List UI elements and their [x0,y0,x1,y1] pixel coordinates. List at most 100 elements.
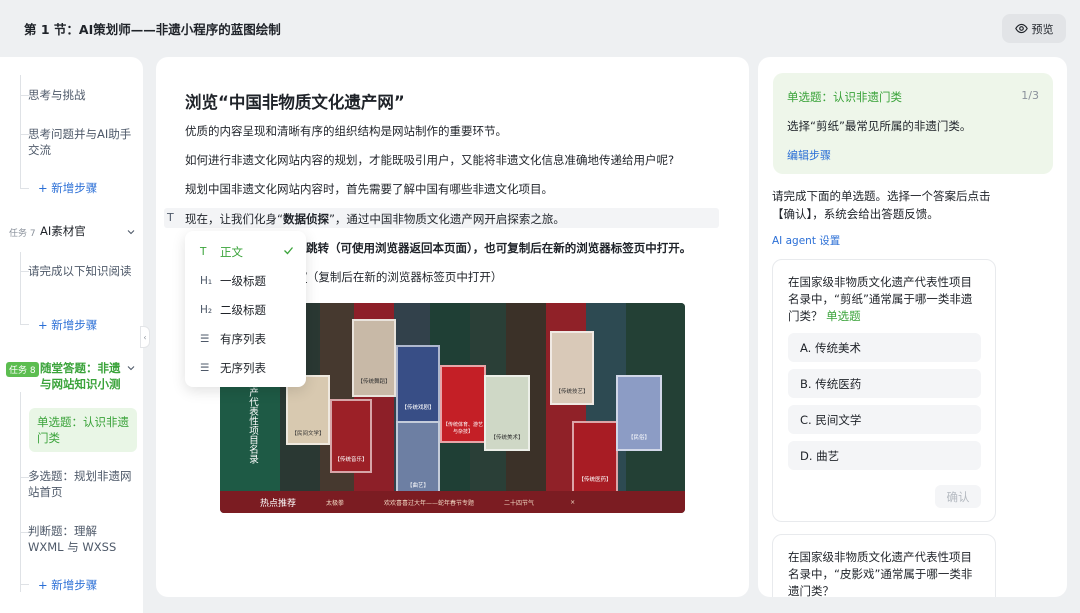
step-description: 选择“剪纸”最常见所属的非遗门类。 [787,119,972,133]
card-label: 【传统舞蹈】 [357,379,391,385]
option-d[interactable]: D. 曲艺 [788,441,981,470]
menu-item-heading-1[interactable]: H₁ 一级标题 [185,266,306,295]
tree-tick [20,188,29,189]
question-stem: 在国家级非物质文化遗产代表性项目名录中，“剪纸”通常属于哪一类非遗门类？ [788,275,973,323]
step-panel: 单选题：认识非遗门类 1/3 选择“剪纸”最常见所属的非遗门类。 编辑步骤 请完… [758,57,1067,597]
paragraph-text: 现在，让我们化身“ [185,212,283,226]
category-card: 【传统医药】 [572,421,618,493]
card-label: 【传统美术】 [490,435,524,441]
card-label: 【传统体育、游艺与杂技】 [442,422,483,435]
menu-item-body-text[interactable]: T 正文 [185,237,306,266]
option-a[interactable]: A. 传统美术 [788,333,981,362]
sidebar-task-ai-material[interactable]: AI素材官 [40,223,86,239]
sidebar-task-quiz[interactable]: 随堂答题：非遗与网站知识小测 [40,360,126,392]
menu-item-label: 正文 [220,244,243,259]
menu-item-label: 二级标题 [220,302,266,317]
add-step-button[interactable]: + 新增步骤 [38,317,97,333]
text-icon: T [200,245,207,258]
tree-tick [20,324,29,325]
task-badge: 任务 8 [6,362,39,377]
sidebar-item-ask-ai[interactable]: 思考问题并与AI助手交流 [28,126,136,158]
paragraph-active: 现在，让我们化身“数据侦探”，通过中国非物质文化遗产网开启探索之旅。 [185,211,565,227]
step-counter: 1/3 [1021,89,1039,102]
sidebar-item-single-choice[interactable]: 单选题：认识非遗门类 [29,408,137,452]
footer-title: 热点推荐 [260,498,297,509]
paragraph-bold-line: 跳转（可使用浏览器返回本页面），也可复制后在新的浏览器标签页中打开。 [306,241,692,255]
menu-item-heading-2[interactable]: H₂ 二级标题 [185,295,306,324]
add-step-button[interactable]: + 新增步骤 [38,577,97,593]
category-card: 【民俗】 [616,375,662,451]
link-line: /（复制后在新的浏览器标签页中打开） [303,269,502,285]
chevron-down-icon[interactable] [127,228,135,236]
category-card: 【传统体育、游艺与杂技】 [440,365,486,443]
link-hint: （复制后在新的浏览器标签页中打开） [306,270,503,284]
sidebar-item-multi-choice[interactable]: 多选题：规划非遗网站首页 [28,468,136,500]
block-type-menu: T 正文 H₁ 一级标题 H₂ 二级标题 ☰ 有序列表 ☰ 无序列表 [185,231,306,387]
category-card: 【传统技艺】 [550,331,594,405]
chevron-down-icon[interactable] [127,364,135,372]
category-card: 【传统戏剧】 [396,345,440,423]
block-type-handle[interactable]: T [167,211,174,224]
sidebar-item-think-challenge[interactable]: 思考与挑战 [28,87,136,103]
sidebar-item-true-false[interactable]: 判断题：理解 WXML 与 WXSS [28,523,136,555]
ordered-list-icon: ☰ [200,332,210,345]
check-icon [284,247,293,255]
preview-button[interactable]: 预览 [1002,14,1066,43]
outline-sidebar: 思考与挑战 思考问题并与AI助手交流 + 新增步骤 任务 7 AI素材官 请完成… [0,57,143,613]
paragraph: 规划中国非遗文化网站内容时，首先需要了解中国有哪些非遗文化项目。 [185,182,553,196]
paragraph-bold: 数据侦探 [282,212,329,226]
card-label: 【传统技艺】 [555,389,589,395]
card-label: 【传统音乐】 [334,457,368,463]
preview-label: 预览 [1031,22,1054,36]
question-card: 在国家级非物质文化遗产代表性项目名录中，“剪纸”通常属于哪一类非遗门类？ 单选题… [772,259,996,522]
banner-footer: 热点推荐 太极拳 欢欢喜喜过大年——蛇年春节专题 二十四节气 × [220,491,685,513]
footer-item: 太极拳 [326,499,345,507]
menu-item-label: 一级标题 [220,273,266,288]
article-heading: 浏览“中国非物质文化遗产网” [185,93,405,112]
confirm-button[interactable]: 确认 [935,485,981,508]
paragraph: 如何进行非遗文化网站内容的规划，才能既吸引用户，又能将非遗文化信息准确地传递给用… [185,153,675,167]
category-card: 【传统音乐】 [330,399,372,473]
footer-item: 欢欢喜喜过大年——蛇年春节专题 [384,499,475,507]
tree-tick [20,584,29,585]
menu-item-unordered-list[interactable]: ☰ 无序列表 [185,353,306,382]
unordered-list-icon: ☰ [200,361,210,374]
card-label: 【民俗】 [627,435,650,441]
menu-item-label: 无序列表 [220,360,266,375]
question-card-2: 在国家级非物质文化遗产代表性项目名录中，“皮影戏”通常属于哪一类非遗门类？ [772,534,996,597]
step-title: 单选题：认识非遗门类 [787,90,902,104]
option-b[interactable]: B. 传统医药 [788,369,981,398]
ai-agent-settings-link[interactable]: AI agent 设置 [772,233,840,248]
card-label: 【传统医药】 [578,477,612,483]
sidebar-item-reading[interactable]: 请完成以下知识阅读 [28,263,136,279]
question-text-2: 在国家级非物质文化遗产代表性项目名录中，“皮影戏”通常属于哪一类非遗门类？ [788,550,973,597]
heading-2-icon: H₂ [200,303,213,316]
footer-close: × [570,498,576,506]
heading-1-icon: H₁ [200,274,213,287]
top-bar: 第 1 节：AI策划师——非遗小程序的蓝图绘制 预览 [0,0,1080,57]
category-card: 【传统美术】 [484,375,530,451]
instruction-text: 请完成下面的单选题。选择一个答案后点击【确认】，系统会给出答题反馈。 [772,189,991,221]
option-c[interactable]: C. 民间文学 [788,405,981,434]
add-step-button[interactable]: + 新增步骤 [38,180,97,196]
card-label: 【曲艺】 [406,483,429,489]
question-type-tag: 单选题 [826,309,861,323]
menu-item-ordered-list[interactable]: ☰ 有序列表 [185,324,306,353]
card-label: 【民间文学】 [291,431,325,437]
menu-item-label: 有序列表 [220,331,266,346]
paragraph-text: ”，通过中国非物质文化遗产网开启探索之旅。 [328,212,565,226]
eye-icon [1014,23,1028,34]
task-badge: 任务 7 [9,229,36,239]
question-text: 在国家级非物质文化遗产代表性项目名录中，“剪纸”通常属于哪一类非遗门类？ 单选题 [788,274,983,325]
edit-step-link[interactable]: 编辑步骤 [787,147,831,163]
page-title: 第 1 节：AI策划师——非遗小程序的蓝图绘制 [24,22,281,37]
tree-line [20,252,21,324]
footer-item: 二十四节气 [504,499,535,507]
collapse-sidebar-handle[interactable]: ‹ [140,326,150,348]
category-card: 【传统舞蹈】 [352,319,396,397]
category-card: 【曲艺】 [396,421,440,499]
step-info-card: 单选题：认识非遗门类 1/3 选择“剪纸”最常见所属的非遗门类。 编辑步骤 [773,73,1053,174]
card-label: 【传统戏剧】 [401,405,435,411]
paragraph: 优质的内容呈现和清晰有序的组织结构是网站制作的重要环节。 [185,124,507,138]
tree-line [20,392,21,592]
